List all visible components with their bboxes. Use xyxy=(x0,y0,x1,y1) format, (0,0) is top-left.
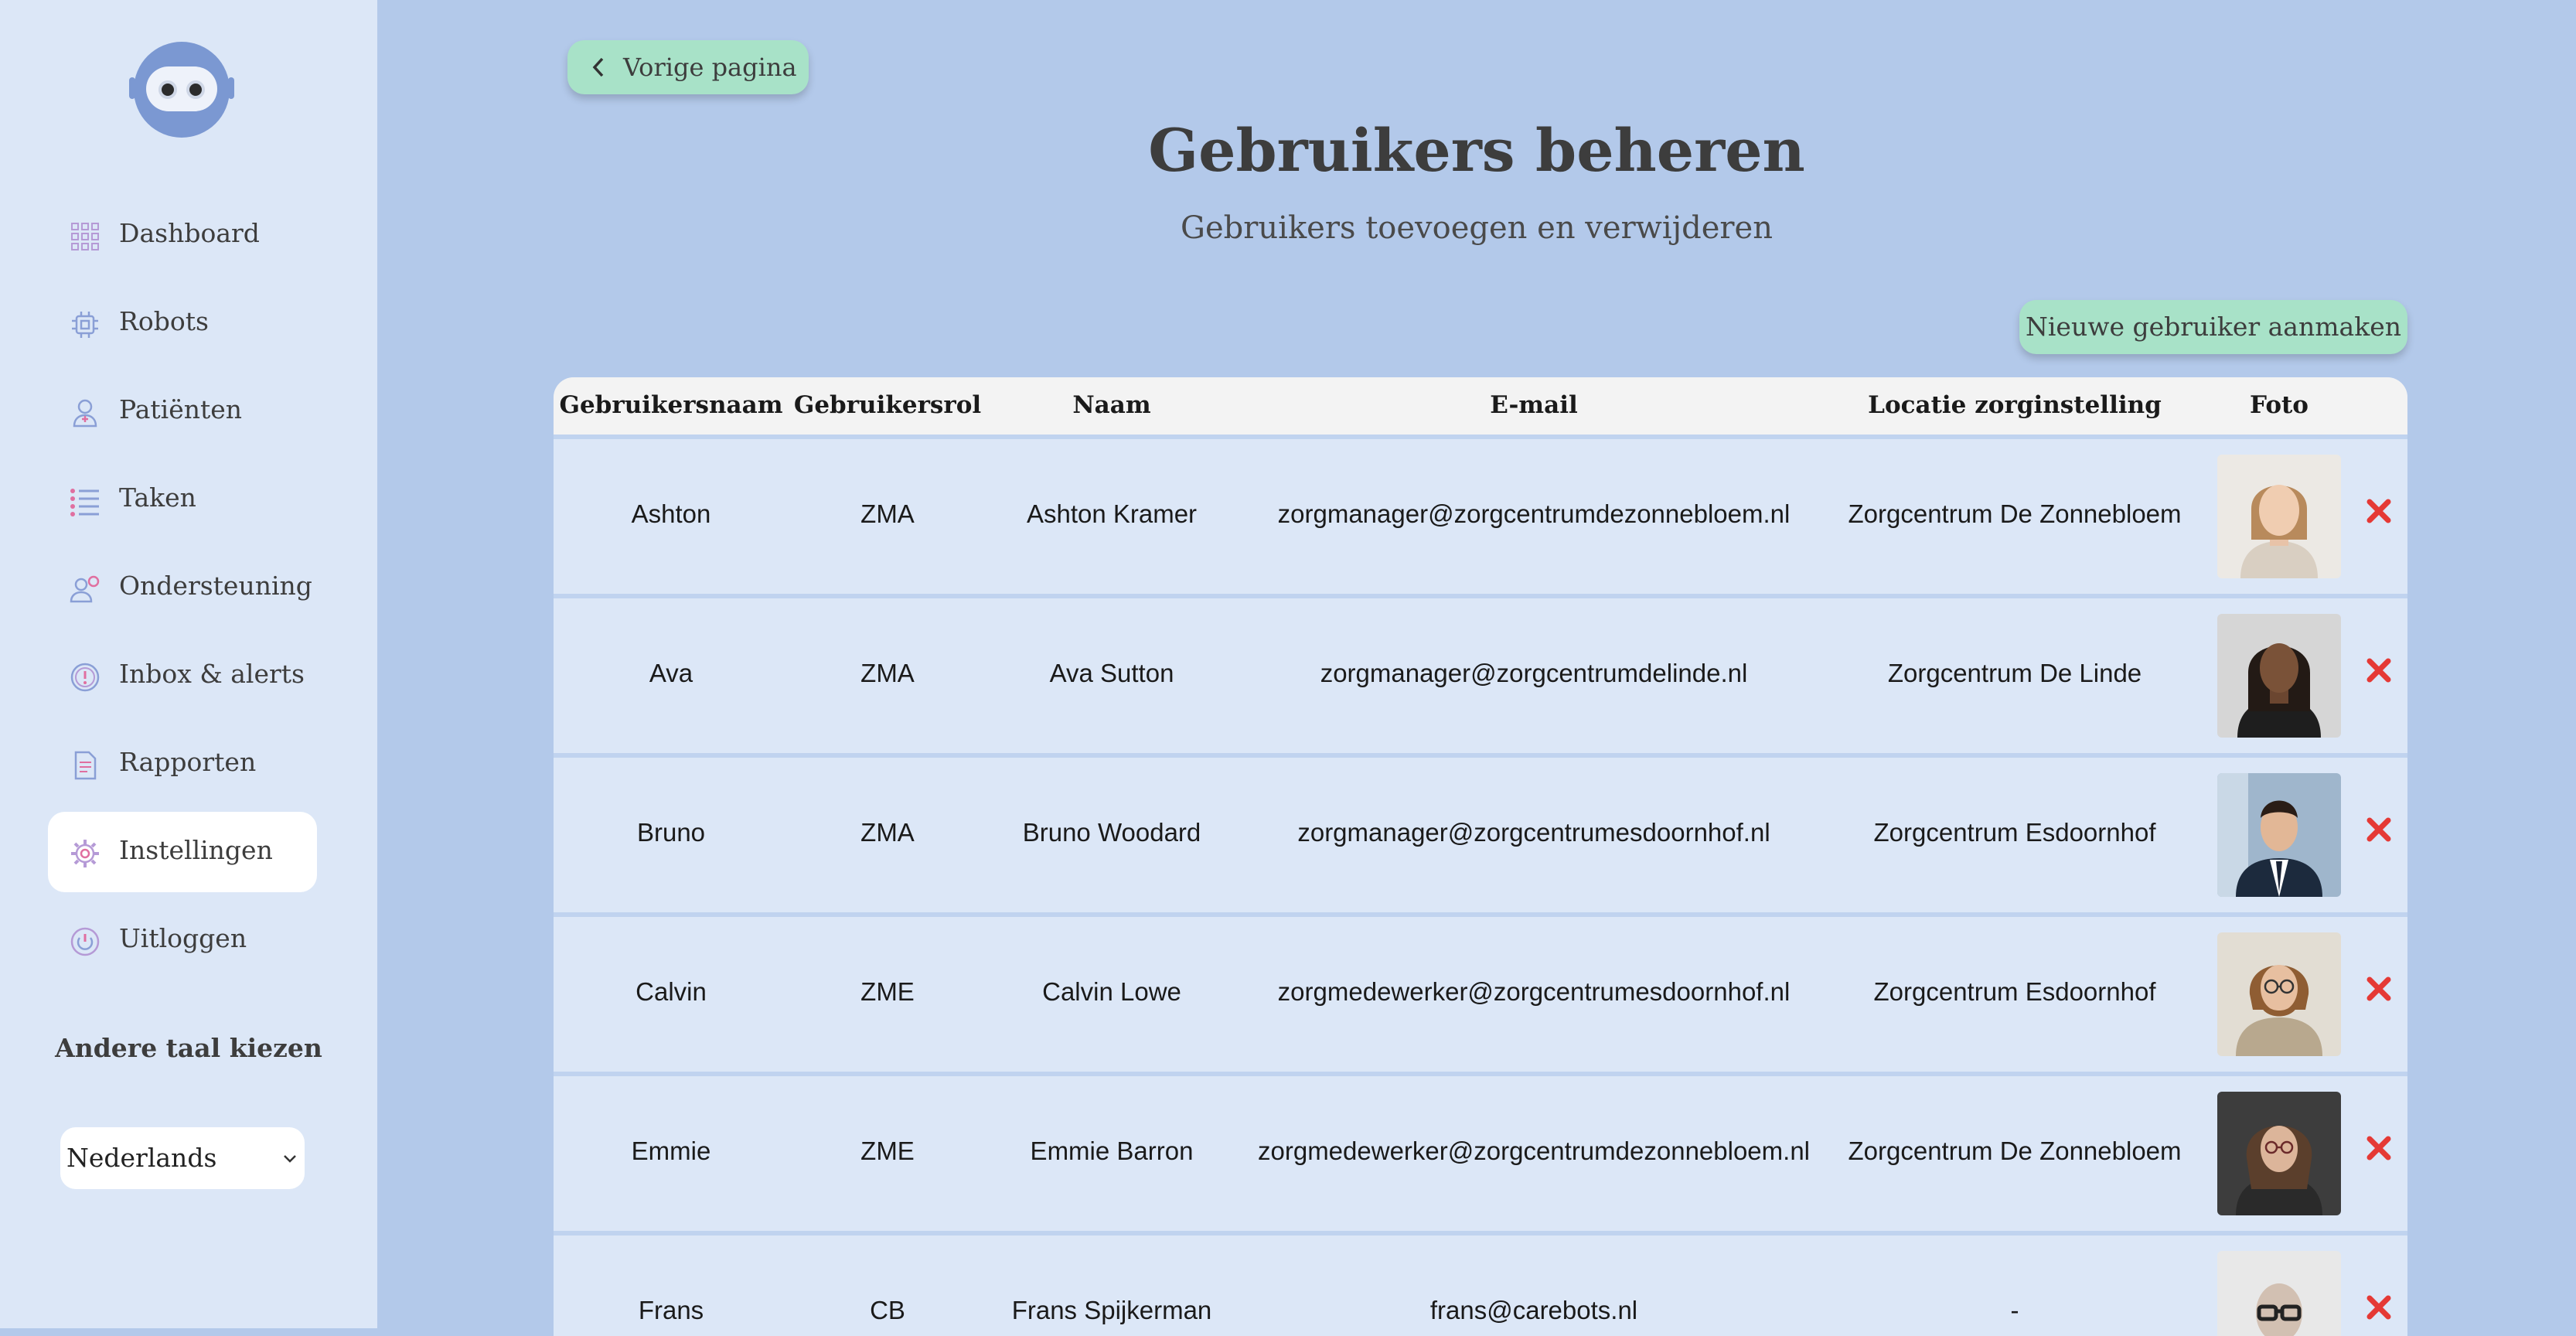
delete-icon[interactable] xyxy=(2366,1294,2392,1321)
cell-location: - xyxy=(2010,1296,2019,1324)
column-header-location: Locatie zorginstelling xyxy=(1868,391,2162,419)
sidebar: Dashboard Robots Patiënten Taken Onderst… xyxy=(0,0,377,1328)
sidebar-item-label: Robots xyxy=(119,306,209,336)
user-photo xyxy=(2217,1251,2341,1336)
delete-icon[interactable] xyxy=(2366,657,2392,683)
user-photo xyxy=(2217,1092,2341,1215)
cell-name: Frans Spijkerman xyxy=(1011,1296,1212,1324)
sidebar-item-ondersteuning[interactable]: Ondersteuning xyxy=(48,547,317,628)
page-title: Gebruikers beheren xyxy=(1148,116,1805,185)
cell-role: CB xyxy=(870,1296,905,1324)
sidebar-item-label: Uitloggen xyxy=(119,923,247,953)
cell-username: Ava xyxy=(649,659,693,687)
cell-email: zorgmanager@zorgcentrumdelinde.nl xyxy=(1320,659,1748,687)
cell-role: ZME xyxy=(860,1137,915,1165)
table-row: Frans CB Frans Spijkerman frans@carebots… xyxy=(554,1231,2407,1336)
cell-role: ZME xyxy=(860,977,915,1006)
robot-logo-icon xyxy=(129,42,234,138)
alert-icon xyxy=(70,663,100,692)
table-row: Emmie ZME Emmie Barron zorgmedewerker@zo… xyxy=(554,1072,2407,1226)
language-select[interactable]: Nederlands xyxy=(60,1127,305,1189)
cell-email: zorgmanager@zorgcentrumdezonnebloem.nl xyxy=(1277,499,1791,528)
cell-name: Ashton Kramer xyxy=(1026,499,1198,528)
user-photo xyxy=(2217,932,2341,1056)
sidebar-item-rapporten[interactable]: Rapporten xyxy=(48,724,317,804)
table-row: Ashton ZMA Ashton Kramer zorgmanager@zor… xyxy=(554,435,2407,589)
sidebar-item-taken[interactable]: Taken xyxy=(48,459,317,540)
cell-email: zorgmedewerker@zorgcentrumesdoornhof.nl xyxy=(1277,977,1791,1006)
cell-name: Emmie Barron xyxy=(1030,1137,1194,1165)
users-table: Gebruikersnaam Gebruikersrol Naam E-mail… xyxy=(554,377,2407,1336)
table-row: Ava ZMA Ava Sutton zorgmanager@zorgcentr… xyxy=(554,594,2407,748)
new-user-button[interactable]: Nieuwe gebruiker aanmaken xyxy=(2019,300,2407,354)
support-icon xyxy=(70,575,100,603)
table-header: Gebruikersnaam Gebruikersrol Naam E-mail… xyxy=(554,377,2407,435)
table-row: Calvin ZME Calvin Lowe zorgmedewerker@zo… xyxy=(554,912,2407,1067)
cell-email: zorgmanager@zorgcentrumesdoornhof.nl xyxy=(1297,818,1770,847)
table-row: Bruno ZMA Bruno Woodard zorgmanager@zorg… xyxy=(554,753,2407,908)
cell-location: Zorgcentrum Esdoornhof xyxy=(1873,818,2156,847)
cell-username: Frans xyxy=(638,1296,704,1324)
sidebar-item-inbox-alerts[interactable]: Inbox & alerts xyxy=(48,636,317,716)
column-header-username: Gebruikersnaam xyxy=(559,391,783,419)
cell-location: Zorgcentrum Esdoornhof xyxy=(1873,977,2156,1006)
cell-email: zorgmedewerker@zorgcentrumdezonnebloem.n… xyxy=(1257,1137,1811,1165)
cell-role: ZMA xyxy=(860,499,915,528)
language-value: Nederlands xyxy=(66,1143,217,1173)
document-icon xyxy=(74,751,97,780)
sidebar-item-label: Dashboard xyxy=(119,218,260,248)
sidebar-item-instellingen[interactable]: Instellingen xyxy=(48,812,317,892)
cell-name: Bruno Woodard xyxy=(1022,818,1201,847)
list-icon xyxy=(70,489,99,516)
column-header-photo: Foto xyxy=(2250,391,2309,419)
cell-username: Bruno xyxy=(636,818,706,847)
sidebar-item-label: Taken xyxy=(119,482,196,513)
sidebar-item-label: Rapporten xyxy=(119,747,257,777)
chip-icon xyxy=(72,312,98,338)
delete-icon[interactable] xyxy=(2366,976,2392,1002)
cell-location: Zorgcentrum De Linde xyxy=(1887,659,2142,687)
language-title: Andere taal kiezen xyxy=(55,1033,322,1063)
user-photo xyxy=(2217,455,2341,578)
cell-role: ZMA xyxy=(860,659,915,687)
person-icon xyxy=(73,399,97,428)
cell-name: Calvin Lowe xyxy=(1042,977,1181,1006)
back-button[interactable]: Vorige pagina xyxy=(567,40,809,94)
cell-username: Calvin xyxy=(635,977,707,1006)
chevron-left-icon xyxy=(592,57,604,77)
delete-icon[interactable] xyxy=(2366,816,2392,843)
column-header-email: E-mail xyxy=(1490,391,1578,419)
user-photo xyxy=(2217,773,2341,897)
delete-icon[interactable] xyxy=(2366,1135,2392,1161)
cell-email: frans@carebots.nl xyxy=(1429,1296,1638,1324)
cell-location: Zorgcentrum De Zonnebloem xyxy=(1848,1137,2182,1165)
gear-icon xyxy=(71,840,99,867)
power-icon xyxy=(70,927,100,956)
cell-username: Ashton xyxy=(631,499,711,528)
sidebar-item-label: Ondersteuning xyxy=(119,571,312,601)
cell-username: Emmie xyxy=(631,1137,711,1165)
cell-location: Zorgcentrum De Zonnebloem xyxy=(1848,499,2182,528)
grid-icon xyxy=(71,223,99,250)
cell-role: ZMA xyxy=(860,818,915,847)
column-header-role: Gebruikersrol xyxy=(793,391,982,419)
sidebar-item-label: Instellingen xyxy=(119,835,273,865)
sidebar-item-dashboard[interactable]: Dashboard xyxy=(48,195,317,275)
back-button-label: Vorige pagina xyxy=(623,53,797,82)
chevron-down-icon xyxy=(284,1155,296,1163)
column-header-name: Naam xyxy=(1072,391,1151,419)
page-subtitle: Gebruikers toevoegen en verwijderen xyxy=(1181,210,1773,246)
user-photo xyxy=(2217,614,2341,738)
delete-icon[interactable] xyxy=(2366,498,2392,524)
sidebar-item-robots[interactable]: Robots xyxy=(48,283,317,363)
sidebar-item-label: Patiënten xyxy=(119,394,243,424)
sidebar-item-patienten[interactable]: Patiënten xyxy=(48,371,317,452)
sidebar-item-uitloggen[interactable]: Uitloggen xyxy=(48,900,317,980)
cell-name: Ava Sutton xyxy=(1049,659,1174,687)
sidebar-item-label: Inbox & alerts xyxy=(119,659,305,689)
